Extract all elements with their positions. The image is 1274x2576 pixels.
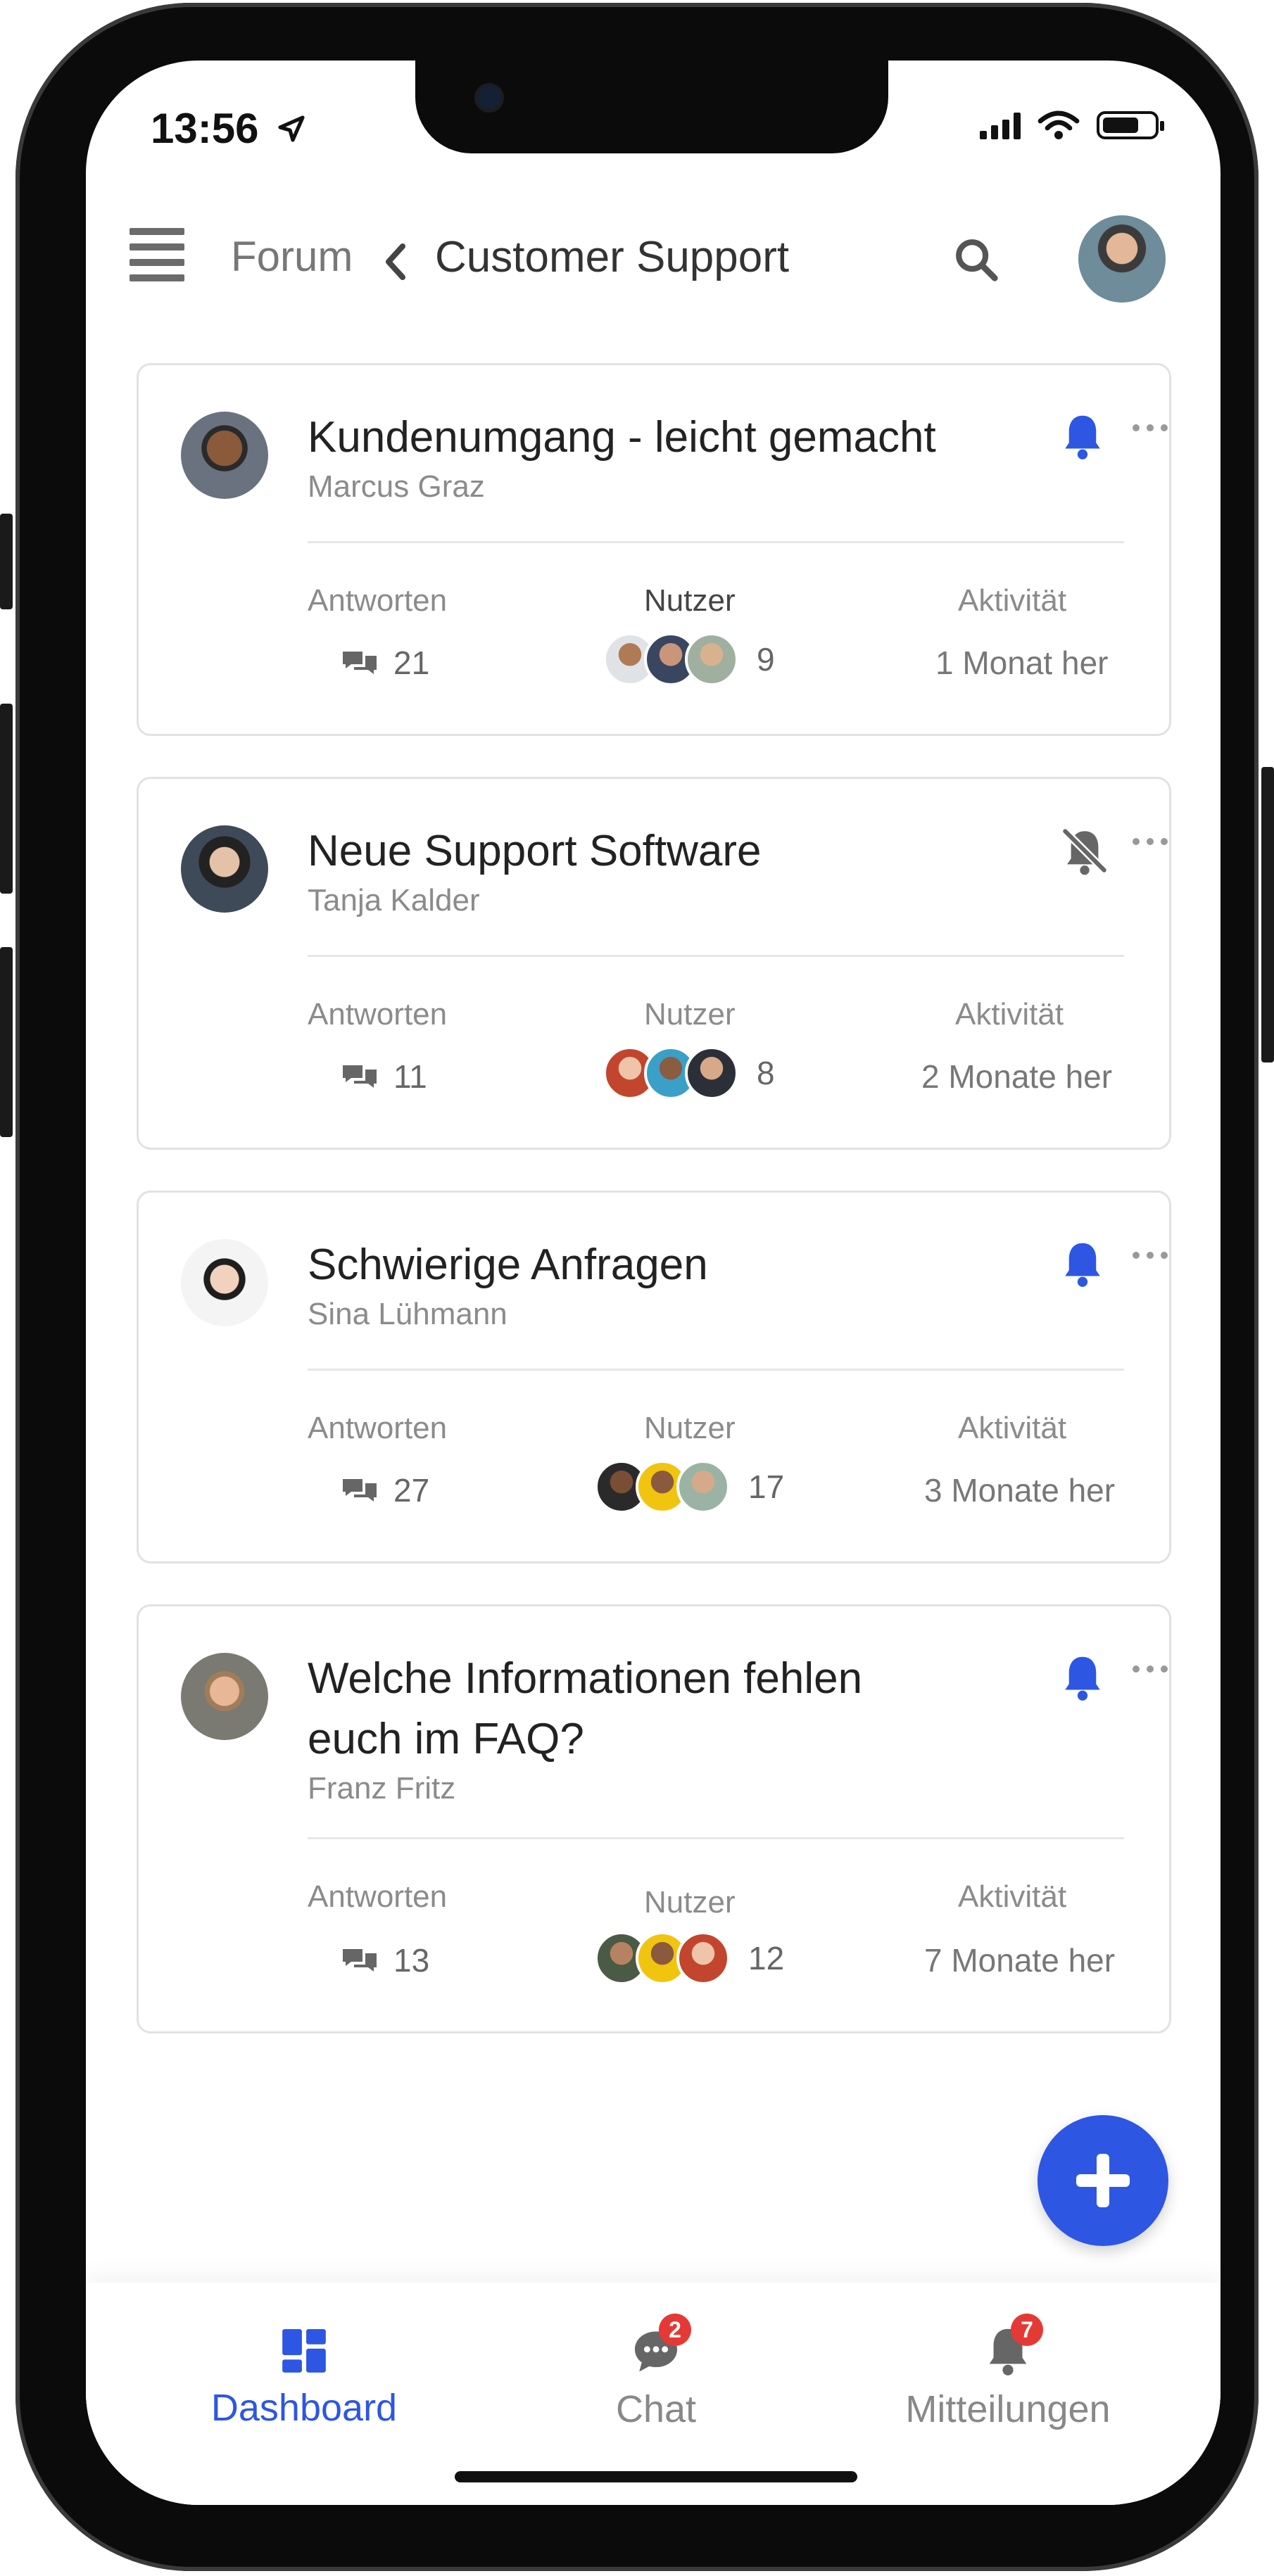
more-options-icon[interactable] xyxy=(1133,1665,1168,1673)
bell-icon[interactable] xyxy=(1059,1653,1106,1707)
participant-avatar xyxy=(685,1046,738,1100)
participants-count: 17 xyxy=(748,1468,785,1505)
author-avatar xyxy=(181,1239,268,1326)
bell-off-icon[interactable] xyxy=(1059,825,1110,880)
status-indicators xyxy=(980,110,1164,141)
chat-bubbles-icon xyxy=(343,1949,377,1972)
thread-card[interactable]: Welche Informationen fehlen euch im FAQ?… xyxy=(137,1604,1171,2033)
participant-avatar xyxy=(676,1931,730,1985)
bell-icon[interactable] xyxy=(1059,412,1106,466)
home-indicator[interactable] xyxy=(455,2471,857,2482)
activity-value: 1 Monat her xyxy=(935,645,1109,681)
menu-icon[interactable] xyxy=(130,228,184,284)
notifications-badge: 7 xyxy=(1011,2314,1043,2346)
replies-value: 21 xyxy=(393,645,430,681)
chat-bubbles-icon xyxy=(343,652,377,674)
replies-value: 13 xyxy=(393,1942,430,1979)
participant-avatar xyxy=(676,1460,730,1514)
users-label: Nutzer xyxy=(644,583,736,618)
thread-author: Franz Fritz xyxy=(308,1771,456,1806)
divider xyxy=(308,541,1124,543)
thread-author: Sina Lühmann xyxy=(308,1297,507,1331)
author-avatar xyxy=(181,412,268,499)
page-title: Customer Support xyxy=(435,233,790,281)
tab-notifications[interactable]: 7 Mitteilungen xyxy=(860,2314,1156,2431)
replies-label: Antworten xyxy=(308,1411,448,1445)
breadcrumb-forum[interactable]: Forum xyxy=(231,232,353,281)
tab-notifications-label: Mitteilungen xyxy=(905,2388,1111,2430)
thread-card[interactable]: Kundenumgang - leicht gemacht Marcus Gra… xyxy=(137,363,1171,736)
dashboard-icon xyxy=(282,2329,326,2373)
tab-chat-label: Chat xyxy=(615,2388,697,2430)
battery-icon xyxy=(1097,111,1164,139)
thread-author: Marcus Graz xyxy=(308,469,485,504)
volume-down-button xyxy=(0,947,13,1137)
participant-avatar xyxy=(685,633,738,686)
status-time: 13:56 xyxy=(151,104,308,153)
more-options-icon[interactable] xyxy=(1133,1252,1168,1259)
chevron-left-icon[interactable] xyxy=(381,242,410,285)
replies-count: 27 xyxy=(340,1471,429,1509)
thread-card[interactable]: Schwierige Anfragen Sina Lühmann Antwort… xyxy=(137,1191,1171,1563)
thread-title[interactable]: Welche Informationen fehlen euch im FAQ? xyxy=(308,1649,913,1770)
thread-title[interactable]: Kundenumgang - leicht gemacht xyxy=(308,407,969,468)
silent-switch xyxy=(0,514,13,609)
replies-count: 11 xyxy=(340,1058,427,1096)
users-label: Nutzer xyxy=(644,997,736,1032)
users-label: Nutzer xyxy=(644,1885,736,1920)
activity-label: Aktivität xyxy=(958,1411,1067,1445)
add-thread-button[interactable] xyxy=(1038,2115,1168,2246)
author-avatar xyxy=(181,825,268,913)
replies-count: 13 xyxy=(340,1941,429,1979)
cellular-signal-icon xyxy=(980,111,1021,139)
replies-label: Antworten xyxy=(308,1879,448,1914)
search-icon[interactable] xyxy=(952,235,1001,288)
participants: 8 xyxy=(603,1046,775,1100)
participants-count: 12 xyxy=(748,1940,785,1977)
author-avatar xyxy=(181,1653,268,1740)
thread-author: Tanja Kalder xyxy=(308,883,480,918)
activity-value: 3 Monate her xyxy=(924,1472,1116,1509)
participants: 17 xyxy=(595,1460,784,1514)
replies-label: Antworten xyxy=(308,997,448,1032)
activity-label: Aktivität xyxy=(955,997,1064,1032)
activity-label: Aktivität xyxy=(958,583,1067,618)
status-time-text: 13:56 xyxy=(151,105,259,152)
divider xyxy=(308,1369,1124,1371)
user-avatar[interactable] xyxy=(1078,215,1166,303)
tab-chat[interactable]: 2 Chat xyxy=(550,2314,762,2431)
thread-title[interactable]: Schwierige Anfragen xyxy=(308,1235,969,1295)
thread-card[interactable]: Neue Support Software Tanja Kalder Antwo… xyxy=(137,777,1171,1150)
phone-frame: 13:56 Forum Customer Support Kundenumgan… xyxy=(15,3,1259,2571)
activity-value: 7 Monate her xyxy=(924,1942,1116,1979)
more-options-icon[interactable] xyxy=(1133,424,1168,431)
phone-screen: 13:56 Forum Customer Support Kundenumgan… xyxy=(86,61,1221,2505)
wifi-icon xyxy=(1038,110,1080,139)
divider xyxy=(308,955,1124,957)
location-arrow-icon xyxy=(278,115,305,142)
tab-dashboard-label: Dashboard xyxy=(210,2387,398,2429)
tab-dashboard[interactable]: Dashboard xyxy=(184,2325,424,2430)
replies-value: 11 xyxy=(393,1058,427,1095)
more-options-icon[interactable] xyxy=(1133,838,1168,845)
replies-label: Antworten xyxy=(308,583,448,618)
thread-title[interactable]: Neue Support Software xyxy=(308,821,969,882)
participants: 9 xyxy=(603,633,775,686)
chat-badge: 2 xyxy=(659,2314,691,2346)
front-camera xyxy=(474,83,504,113)
volume-up-button xyxy=(0,704,13,894)
chat-bubbles-icon xyxy=(343,1479,377,1502)
participants-count: 8 xyxy=(757,1055,775,1091)
participants-count: 9 xyxy=(757,641,775,678)
users-label: Nutzer xyxy=(644,1411,736,1445)
activity-value: 2 Monate her xyxy=(921,1058,1113,1095)
replies-value: 27 xyxy=(393,1472,430,1509)
participants: 12 xyxy=(595,1931,784,1985)
divider xyxy=(308,1837,1124,1839)
chat-bubbles-icon xyxy=(343,1065,377,1088)
activity-label: Aktivität xyxy=(958,1879,1067,1914)
replies-count: 21 xyxy=(340,644,429,682)
power-button xyxy=(1261,767,1274,1062)
bell-icon[interactable] xyxy=(1059,1239,1106,1293)
